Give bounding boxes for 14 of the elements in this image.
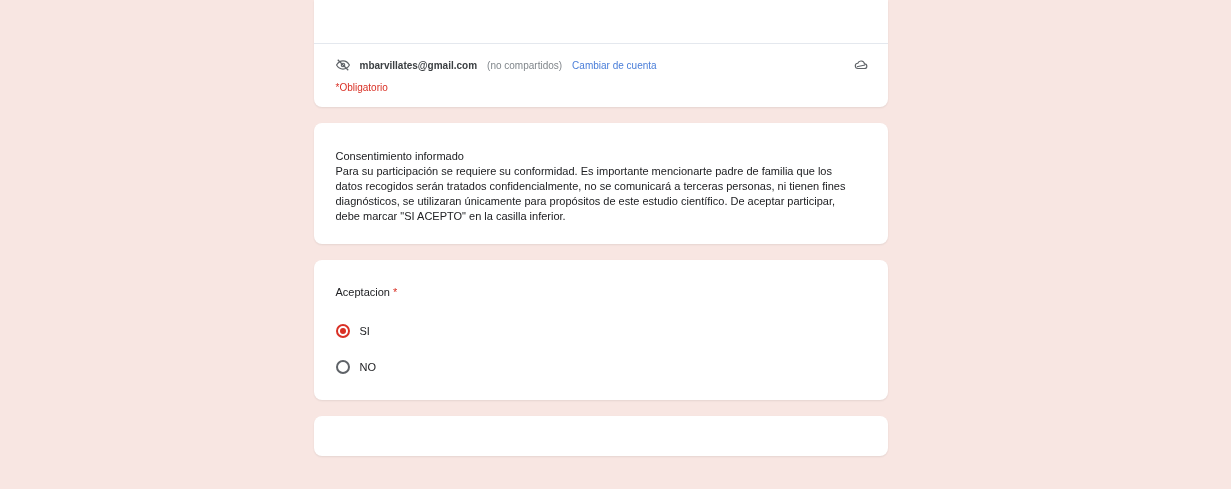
switch-account-link[interactable]: Cambiar de cuenta	[572, 59, 657, 71]
question-label: Aceptacion	[335, 286, 390, 298]
consent-text: Para su participación se requiere su conformidad. Es importante mencionarte padre de familia que los datos recogidos serán tratados confidencialmente, no se comunicará a terceras personas, ni tienen fines diagnósticos, se utilizaran únicamente para propósitos de este estudio científico. De aceptar participar, debe marcar "SI ACEPTO" en la casilla inferior.	[335, 164, 847, 224]
required-mark: *	[392, 286, 398, 298]
consent-title: Consentimiento informado	[335, 149, 465, 164]
option-label: NO	[359, 361, 376, 373]
option-label: SI	[359, 325, 370, 337]
account-email: mbarvillates@gmail.com	[359, 59, 478, 71]
radio-button[interactable]	[335, 324, 350, 338]
eye-off-icon	[335, 58, 350, 72]
not-shared-note: (no compartidos)	[487, 59, 563, 71]
radio-button[interactable]	[335, 360, 350, 374]
cloud-icon	[853, 58, 868, 72]
required-note: *Obligatorio	[334, 81, 389, 95]
